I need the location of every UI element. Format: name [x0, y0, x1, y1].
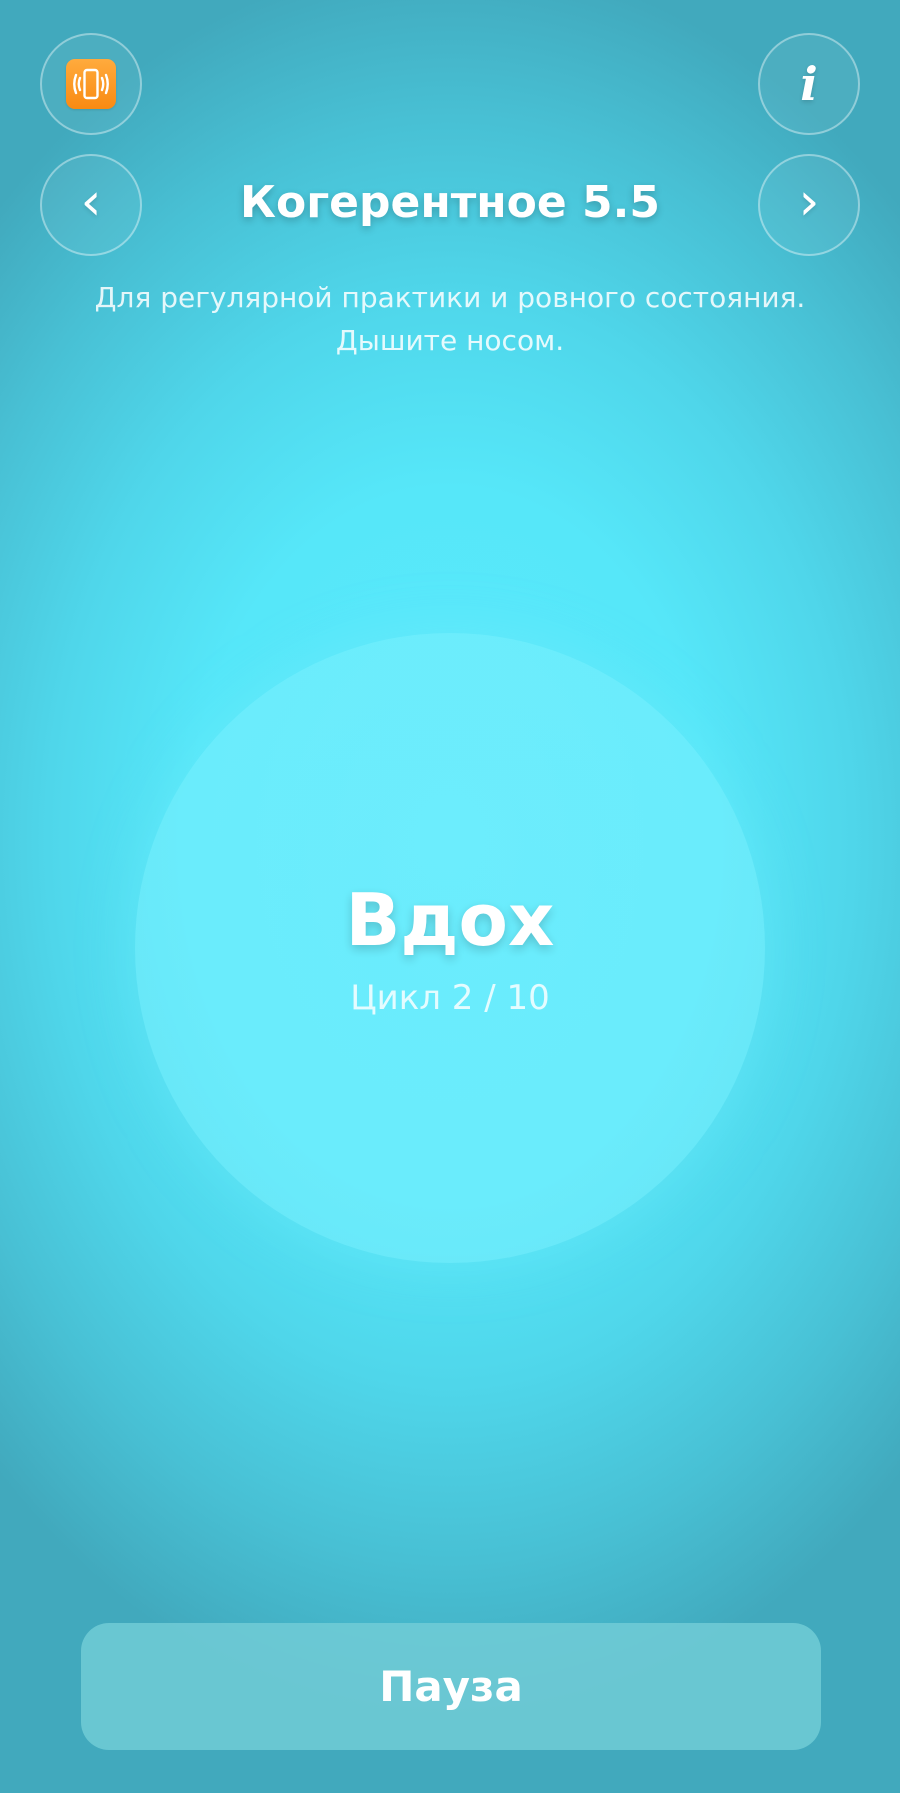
- previous-exercise-button[interactable]: ‹: [40, 154, 142, 256]
- cycle-counter: Цикл 2 / 10: [350, 978, 550, 1018]
- breath-phase-label: Вдох: [345, 878, 555, 962]
- info-icon: i: [800, 57, 818, 111]
- pause-button[interactable]: Пауза: [81, 1623, 821, 1750]
- chevron-right-icon: ›: [798, 172, 820, 232]
- description-line-2: Дышите носом.: [335, 324, 565, 357]
- vibration-toggle-button[interactable]: [40, 33, 142, 135]
- phone-vibrate-icon: [66, 59, 116, 109]
- description-line-1: Для регулярной практики и ровного состоя…: [94, 281, 806, 314]
- next-exercise-button[interactable]: ›: [758, 154, 860, 256]
- exercise-title: Когерентное 5.5: [240, 177, 660, 228]
- exercise-description: Для регулярной практики и ровного состоя…: [60, 276, 840, 362]
- chevron-left-icon: ‹: [80, 172, 102, 232]
- info-button[interactable]: i: [758, 33, 860, 135]
